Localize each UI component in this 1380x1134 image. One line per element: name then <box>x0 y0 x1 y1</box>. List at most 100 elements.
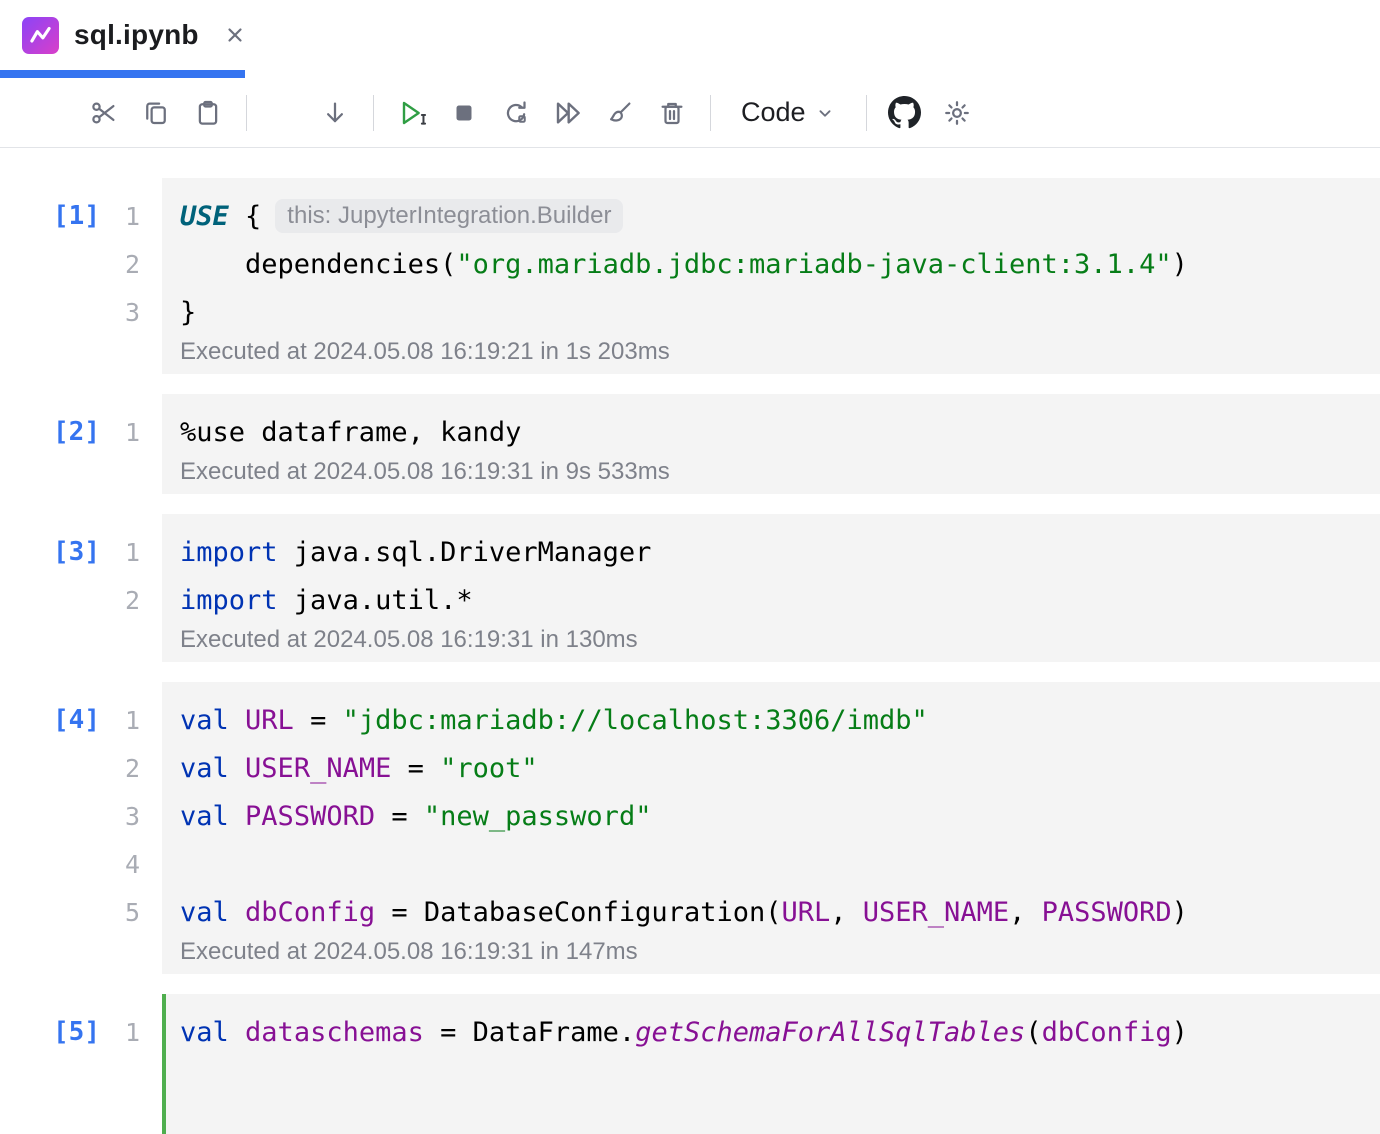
line-number: 4 <box>100 850 140 879</box>
code-token: val <box>180 897 229 928</box>
code-line: %use dataframe, kandy <box>162 408 1380 456</box>
execution-count: [5] <box>0 1017 100 1047</box>
stop-icon <box>449 98 479 128</box>
arrow-down-icon <box>320 98 350 128</box>
notebook-cell: [1]1 2 3 USE {this: JupyterIntegration.Buil… <box>0 178 1380 374</box>
run-all-button[interactable] <box>544 89 592 137</box>
cell-editor[interactable]: %use dataframe, kandyExecuted at 2024.05… <box>162 394 1380 494</box>
code-line: } <box>162 288 1380 336</box>
code-line: USE {this: JupyterIntegration.Builder <box>162 192 1380 240</box>
code-line <box>162 840 1380 888</box>
line-number: 1 <box>100 706 140 735</box>
toolbar-separator <box>866 95 867 131</box>
code-token: ) <box>1172 249 1188 280</box>
cell-editor[interactable]: val URL = "jdbc:mariadb://localhost:3306… <box>162 682 1380 974</box>
code-token <box>229 753 245 784</box>
code-token: val <box>180 705 229 736</box>
line-number: 2 <box>100 250 140 279</box>
notebook-file-icon <box>22 17 59 54</box>
notebook: [1]123USE {this: JupyterIntegration.Buil… <box>0 148 1380 1134</box>
line-number: 1 <box>100 418 140 447</box>
code-token: USE <box>180 201 245 232</box>
cell-editor[interactable]: import java.sql.DriverManagerimport java… <box>162 514 1380 662</box>
code-token: = <box>391 753 440 784</box>
code-token: val <box>180 801 229 832</box>
cell-gutter: [3]1 2 <box>0 514 162 662</box>
line-number: 3 <box>100 802 140 831</box>
line-number: 2 <box>100 586 140 615</box>
delete-cell-button[interactable] <box>648 89 696 137</box>
chevron-down-icon <box>814 102 836 124</box>
settings-button[interactable] <box>933 89 981 137</box>
gutter-row: 3 <box>0 792 162 840</box>
code-token: import <box>180 585 278 616</box>
code-token: USER_NAME <box>245 753 391 784</box>
gutter-row: 4 <box>0 840 162 888</box>
execution-status: Executed at 2024.05.08 16:19:21 in 1s 20… <box>162 336 1380 368</box>
gutter-row: [1]1 <box>0 192 162 240</box>
code-token: = <box>294 705 343 736</box>
code-token: , <box>830 897 863 928</box>
code-line: val dbConfig = DatabaseConfiguration(URL… <box>162 888 1380 936</box>
run-all-icon <box>552 97 584 129</box>
cell-editor[interactable]: USE {this: JupyterIntegration.Builder de… <box>162 178 1380 374</box>
execution-count: [3] <box>0 537 100 567</box>
gutter-row: [2]1 <box>0 408 162 456</box>
code-token <box>229 897 245 928</box>
github-button[interactable] <box>881 89 929 137</box>
execution-count: [4] <box>0 705 100 735</box>
gutter-row: [3]1 <box>0 528 162 576</box>
code-token: "root" <box>440 753 538 784</box>
stop-kernel-button[interactable] <box>440 89 488 137</box>
cell-type-label: Code <box>741 97 806 128</box>
code-token: ( <box>1025 1017 1041 1048</box>
code-token: ) <box>1172 897 1188 928</box>
execution-status: Executed at 2024.05.08 16:19:31 in 147ms <box>162 936 1380 968</box>
code-token: USER_NAME <box>863 897 1009 928</box>
line-number: 1 <box>100 538 140 567</box>
restart-kernel-button[interactable] <box>492 89 540 137</box>
code-token: } <box>180 297 196 328</box>
paste-icon <box>193 98 223 128</box>
code-line: import java.sql.DriverManager <box>162 528 1380 576</box>
code-token: %use dataframe, kandy <box>180 417 521 448</box>
tab-bar: sql.ipynb <box>0 0 1380 78</box>
code-token: = <box>375 801 424 832</box>
code-line: val USER_NAME = "root" <box>162 744 1380 792</box>
cut-button[interactable] <box>80 89 128 137</box>
cell-gutter: [2]1 <box>0 394 162 494</box>
tab-sql-ipynb[interactable]: sql.ipynb <box>0 0 266 70</box>
gutter-row: 2 <box>0 240 162 288</box>
cell-gutter: [1]1 2 3 <box>0 178 162 374</box>
cell-type-dropdown[interactable]: Code <box>727 89 850 137</box>
execution-count: [2] <box>0 417 100 447</box>
code-token: { <box>245 201 261 232</box>
gutter-row: 2 <box>0 744 162 792</box>
tab-close-icon[interactable] <box>220 20 250 50</box>
line-number: 3 <box>100 298 140 327</box>
code-line: import java.util.* <box>162 576 1380 624</box>
broom-icon <box>605 98 635 128</box>
add-cell-below-button[interactable] <box>311 89 359 137</box>
copy-button[interactable] <box>132 89 180 137</box>
code-token: URL <box>781 897 830 928</box>
code-token: "org.mariadb.jdbc:mariadb-java-client:3.… <box>456 249 1171 280</box>
code-line: val dataschemas = DataFrame.getSchemaFor… <box>162 1008 1380 1056</box>
code-token: PASSWORD <box>1042 897 1172 928</box>
line-number: 5 <box>100 898 140 927</box>
code-token: dbConfig <box>1042 1017 1172 1048</box>
paste-button[interactable] <box>184 89 232 137</box>
gutter-row: [5]1 <box>0 1008 162 1056</box>
code-token: java.sql.DriverManager <box>278 537 652 568</box>
code-token: "new_password" <box>424 801 652 832</box>
cell-gutter: [5]1 <box>0 994 162 1134</box>
execution-count: [1] <box>0 201 100 231</box>
notebook-cell: [3]12import java.sql.DriverManagerimport… <box>0 514 1380 662</box>
gutter-row: [4]1 <box>0 696 162 744</box>
clear-outputs-button[interactable] <box>596 89 644 137</box>
gear-icon <box>942 98 972 128</box>
gutter-row: 2 <box>0 576 162 624</box>
cell-editor[interactable]: val dataschemas = DataFrame.getSchemaFor… <box>162 994 1380 1134</box>
scissors-icon <box>89 98 119 128</box>
run-cell-button[interactable] <box>388 89 436 137</box>
